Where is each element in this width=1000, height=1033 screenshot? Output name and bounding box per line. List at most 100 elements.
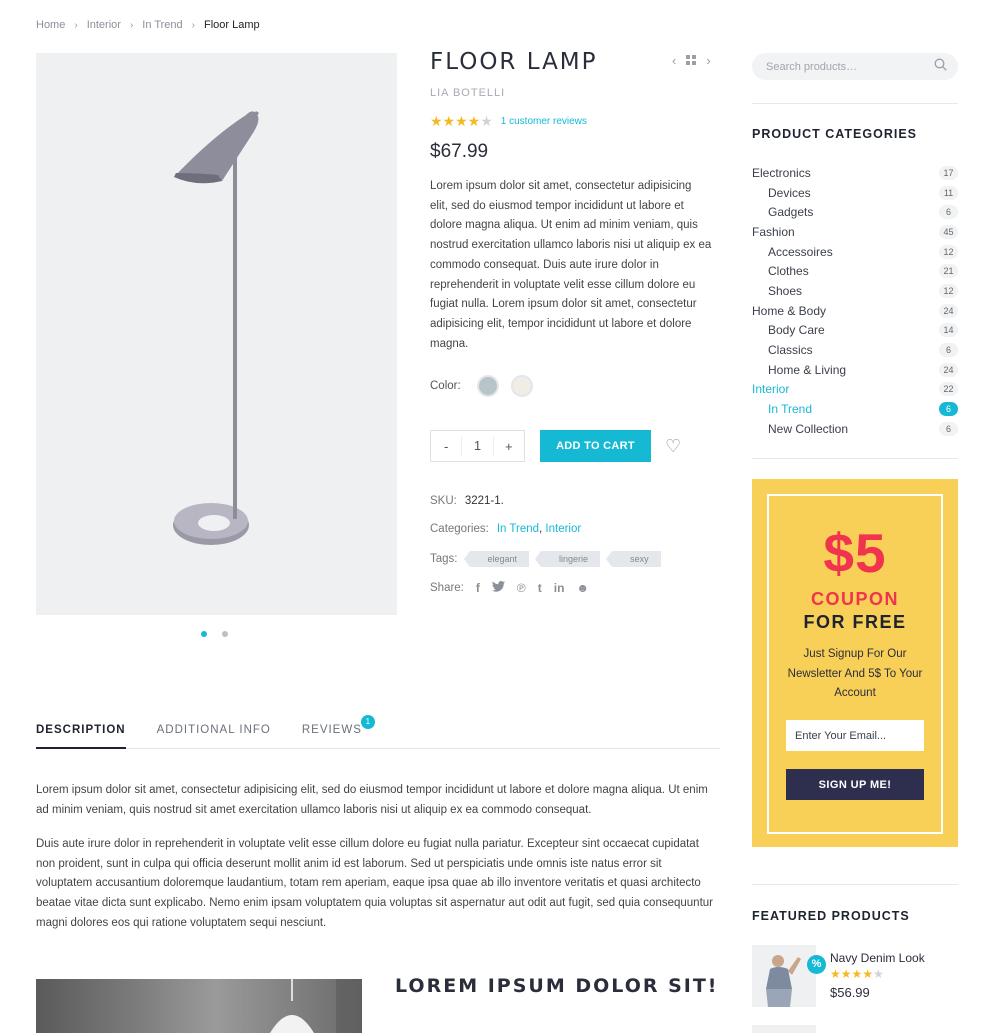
tab-description-label: DESCRIPTION bbox=[36, 724, 126, 736]
featured-product-thumbnail[interactable] bbox=[752, 1025, 816, 1033]
category-name: Fashion bbox=[752, 225, 795, 239]
category-name: Home & Body bbox=[752, 304, 827, 318]
color-label: Color: bbox=[430, 380, 461, 392]
category-new-collection[interactable]: New Collection 6 bbox=[752, 422, 958, 436]
category-in-trend[interactable]: In Trend 6 bbox=[752, 402, 958, 416]
product-share: Share: f ℗ t in ☻ bbox=[430, 581, 589, 595]
product-tabs: DESCRIPTION ADDITIONAL INFO REVIEWS 1 bbox=[36, 715, 720, 749]
facebook-icon[interactable]: f bbox=[476, 581, 480, 595]
tag-sexy[interactable]: sexy bbox=[606, 551, 661, 567]
tag-elegant[interactable]: elegant bbox=[463, 551, 530, 567]
pinterest-icon[interactable]: ℗ bbox=[517, 581, 526, 595]
breadcrumb-home[interactable]: Home bbox=[36, 19, 65, 31]
product-price: $67.99 bbox=[430, 141, 489, 162]
featured-product-name[interactable]: Navy Denim Look bbox=[830, 951, 925, 965]
product-nav: ‹ › bbox=[672, 53, 711, 68]
reviews-link[interactable]: 1 customer reviews bbox=[501, 116, 587, 127]
category-body-care[interactable]: Body Care 14 bbox=[752, 323, 958, 337]
sku-label: SKU: bbox=[430, 495, 457, 507]
category-name: Clothes bbox=[768, 264, 809, 278]
gallery-dots bbox=[201, 631, 228, 637]
category-name: Body Care bbox=[768, 323, 825, 337]
content-heading: LOREM IPSUM DOLOR SIT! bbox=[395, 975, 719, 997]
featured-product-thumbnail[interactable] bbox=[752, 945, 816, 1007]
category-link-interior[interactable]: Interior bbox=[545, 523, 581, 535]
product-sku: SKU: 3221-1. bbox=[430, 495, 504, 507]
breadcrumb-in-trend[interactable]: In Trend bbox=[142, 19, 182, 31]
category-interior[interactable]: Interior 22 bbox=[752, 382, 958, 396]
floor-lamp-image bbox=[173, 111, 259, 545]
product-title: FLOOR LAMP bbox=[430, 49, 598, 75]
category-gadgets[interactable]: Gadgets 6 bbox=[752, 205, 958, 219]
tab-additional-info-label: ADDITIONAL INFO bbox=[156, 724, 271, 736]
category-count: 11 bbox=[939, 186, 958, 200]
category-count: 45 bbox=[939, 225, 958, 239]
sidebar-divider bbox=[752, 103, 958, 104]
quantity-minus-button[interactable]: - bbox=[431, 439, 461, 454]
category-count: 17 bbox=[939, 166, 958, 180]
category-shoes[interactable]: Shoes 12 bbox=[752, 284, 958, 298]
quantity-input[interactable]: 1 bbox=[461, 436, 494, 456]
breadcrumb-interior[interactable]: Interior bbox=[87, 19, 121, 31]
breadcrumb-current: Floor Lamp bbox=[203, 19, 260, 31]
signup-button[interactable]: SIGN UP ME! bbox=[786, 769, 924, 801]
category-home-body[interactable]: Home & Body 24 bbox=[752, 304, 958, 318]
linkedin-icon[interactable]: in bbox=[554, 581, 565, 595]
categories-label: Categories: bbox=[430, 523, 489, 535]
category-name: Accessoires bbox=[768, 245, 833, 259]
category-count: 14 bbox=[939, 323, 958, 337]
chevron-right-icon: › bbox=[129, 19, 134, 31]
color-selector: Color: bbox=[430, 375, 533, 397]
category-classics[interactable]: Classics 6 bbox=[752, 343, 958, 357]
reddit-icon[interactable]: ☻ bbox=[576, 581, 589, 595]
product-categories: Categories: In Trend, Interior bbox=[430, 523, 582, 535]
chevron-left-icon[interactable]: ‹ bbox=[672, 53, 676, 68]
interior-photo bbox=[36, 979, 362, 1033]
product-tags: Tags: elegant lingerie sexy bbox=[430, 551, 661, 567]
color-swatch-gray[interactable] bbox=[476, 375, 499, 397]
newsletter-email-field[interactable] bbox=[786, 720, 924, 752]
product-image[interactable] bbox=[36, 53, 397, 615]
search-input[interactable] bbox=[752, 53, 958, 80]
category-count: 22 bbox=[939, 382, 958, 396]
tab-reviews[interactable]: REVIEWS 1 bbox=[302, 715, 375, 749]
sale-badge: % bbox=[807, 955, 826, 974]
quantity-plus-button[interactable]: + bbox=[494, 439, 524, 454]
gallery-dot-1[interactable] bbox=[201, 631, 207, 637]
category-devices[interactable]: Devices 11 bbox=[752, 186, 958, 200]
category-count: 6 bbox=[939, 343, 958, 357]
category-accessoires[interactable]: Accessoires 12 bbox=[752, 245, 958, 259]
chevron-right-icon: › bbox=[74, 19, 78, 31]
tab-additional-info[interactable]: ADDITIONAL INFO bbox=[157, 722, 271, 749]
featured-products-title: FEATURED PRODUCTS bbox=[752, 909, 910, 923]
star-rating-icon: ★★★★★ bbox=[830, 967, 884, 981]
category-count: 12 bbox=[939, 284, 958, 298]
category-name: Interior bbox=[752, 382, 790, 396]
share-label: Share: bbox=[430, 582, 464, 594]
grid-icon[interactable] bbox=[686, 53, 697, 68]
category-electronics[interactable]: Electronics 17 bbox=[752, 166, 958, 180]
tag-lingerie[interactable]: lingerie bbox=[535, 551, 601, 567]
coupon-word: COUPON bbox=[810, 589, 899, 609]
color-swatch-cream[interactable] bbox=[510, 375, 533, 397]
coupon-frame: $5 COUPON FOR FREE Just Signup For Our N… bbox=[767, 494, 943, 834]
coupon-banner: $5 COUPON FOR FREE Just Signup For Our N… bbox=[752, 479, 958, 847]
tab-description[interactable]: DESCRIPTION bbox=[36, 722, 126, 749]
product-brand[interactable]: LIA BOTELLI bbox=[430, 87, 505, 99]
twitter-icon[interactable] bbox=[491, 581, 505, 595]
chevron-right-icon[interactable]: › bbox=[706, 53, 710, 68]
search-icon[interactable] bbox=[934, 58, 947, 74]
tumblr-icon[interactable]: t bbox=[538, 581, 542, 595]
category-clothes[interactable]: Clothes 21 bbox=[752, 264, 958, 278]
category-link-in-trend[interactable]: In Trend bbox=[497, 523, 539, 535]
category-home-living[interactable]: Home & Living 24 bbox=[752, 363, 958, 377]
category-name: Gadgets bbox=[768, 205, 814, 219]
category-name: In Trend bbox=[768, 402, 813, 416]
add-to-cart-button[interactable]: ADD TO CART bbox=[540, 430, 651, 462]
category-name: Shoes bbox=[768, 284, 803, 298]
gallery-dot-2[interactable] bbox=[222, 631, 228, 637]
category-count: 6 bbox=[939, 422, 958, 436]
wishlist-heart-icon[interactable]: ♡ bbox=[665, 436, 681, 457]
category-fashion[interactable]: Fashion 45 bbox=[752, 225, 958, 239]
coupon-amount: $5 bbox=[823, 522, 887, 584]
